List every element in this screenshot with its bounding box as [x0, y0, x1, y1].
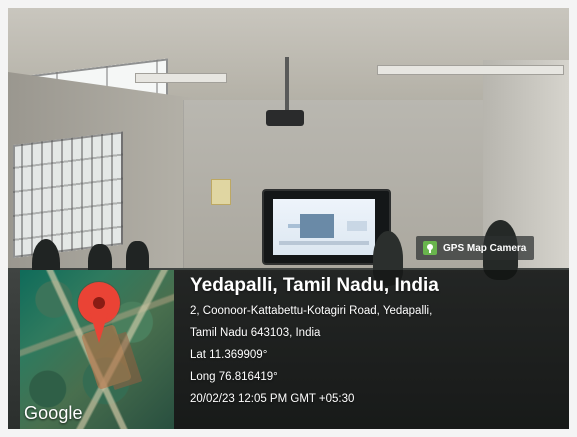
address-line-2: Tamil Nadu 643103, India — [190, 327, 321, 339]
map-pin-icon — [78, 282, 120, 343]
location-overlay: Google Yedapalli, Tamil Nadu, India 2, C… — [20, 270, 569, 429]
wall-poster — [212, 180, 230, 204]
map-pin-center — [93, 297, 105, 309]
projector — [266, 110, 304, 126]
timestamp: 20/02/23 12:05 PM GMT +05:30 — [190, 393, 355, 405]
longitude: Long 76.816419° — [190, 371, 278, 383]
camera-badge-label: GPS Map Camera — [443, 242, 527, 254]
display-screen-content — [273, 199, 375, 255]
map-provider-label: Google — [24, 403, 83, 423]
map-camera-icon — [423, 241, 437, 255]
location-title: Yedapalli, Tamil Nadu, India — [190, 275, 439, 296]
left-window — [13, 131, 123, 258]
projector-rod — [285, 57, 289, 115]
latitude: Lat 11.369909° — [190, 349, 268, 361]
photo-frame: GPS Map Camera Google Yedapalli, Tamil N… — [8, 8, 569, 429]
display-screen — [264, 191, 389, 263]
ceiling-light-left — [136, 74, 226, 82]
map-thumbnail: Google — [20, 270, 174, 429]
ceiling-light-right — [378, 66, 563, 74]
address-line-1: 2, Coonoor-Kattabettu-Kotagiri Road, Yed… — [190, 305, 433, 317]
location-info: Yedapalli, Tamil Nadu, India 2, Coonoor-… — [190, 274, 568, 410]
gps-map-camera-badge: GPS Map Camera — [416, 236, 535, 260]
map-pin-tip — [90, 313, 108, 343]
